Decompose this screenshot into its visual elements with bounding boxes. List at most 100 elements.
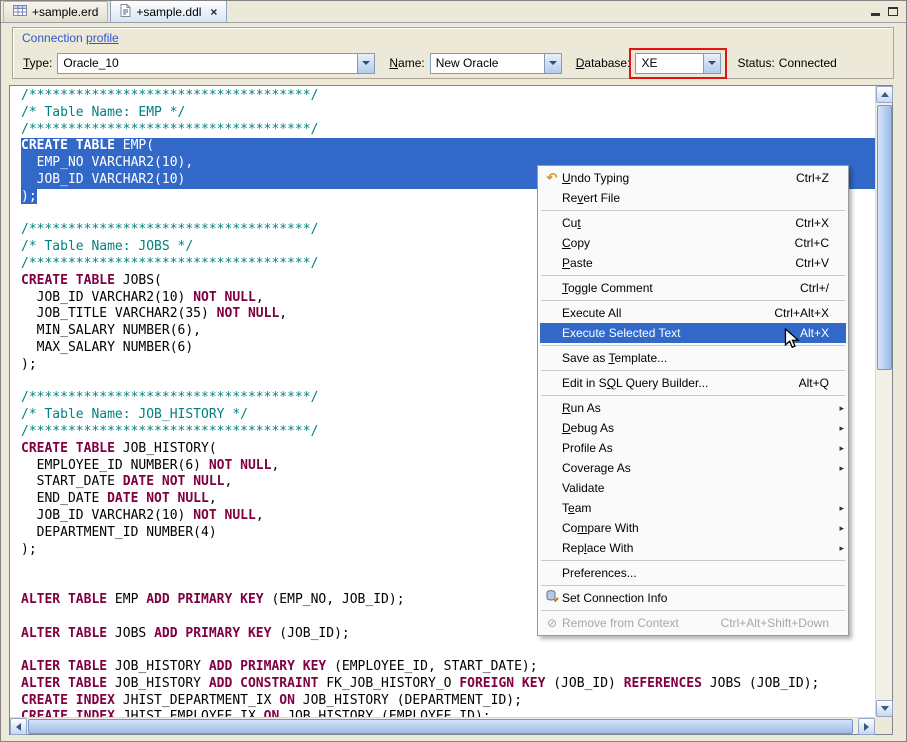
- type-combo[interactable]: Oracle_10: [57, 53, 375, 74]
- menu-item-label: Run As: [562, 401, 813, 415]
- menu-item-revert-file[interactable]: Revert File: [540, 188, 846, 208]
- menu-item-label: Team: [562, 501, 813, 515]
- code-line[interactable]: /************************************/: [21, 88, 875, 105]
- menu-item-paste[interactable]: Paste Ctrl+V: [540, 253, 846, 273]
- context-menu: ↶Undo TypingCtrl+ZRevert FileCutCtrl+XCo…: [537, 165, 849, 636]
- tab-label: +sample.erd: [32, 5, 98, 19]
- maximize-icon: [888, 7, 898, 16]
- code-line[interactable]: CREATE INDEX JHIST_DEPARTMENT_IX ON JOB_…: [21, 693, 875, 710]
- menu-item-label: Remove from Context: [562, 616, 705, 630]
- submenu-arrow-icon: ▸: [833, 463, 844, 474]
- status-value: Connected: [779, 56, 837, 70]
- minimize-button[interactable]: [871, 5, 880, 19]
- menu-item-label: Execute Selected Text: [562, 326, 784, 340]
- combo-arrow-icon: [549, 61, 557, 65]
- menu-item-label: Execute All: [562, 306, 758, 320]
- menu-item-compare-with[interactable]: Compare With▸: [540, 518, 846, 538]
- menu-separator: [541, 370, 845, 371]
- database-combo[interactable]: XE: [635, 53, 721, 74]
- combo-arrow-button[interactable]: [703, 54, 720, 73]
- scroll-right-button[interactable]: [858, 718, 875, 735]
- menu-item-shortcut: Ctrl+Alt+X: [774, 306, 833, 320]
- menu-item-label: Save as Template...: [562, 351, 813, 365]
- tab-sample-ddl[interactable]: +sample.ddl ×: [110, 0, 227, 22]
- database-combo-value: XE: [636, 54, 703, 73]
- combo-arrow-button[interactable]: [544, 54, 561, 73]
- menu-item-shortcut: Ctrl+C: [795, 236, 833, 250]
- menu-item-label: Undo Typing: [562, 171, 780, 185]
- menu-item-copy[interactable]: CopyCtrl+C: [540, 233, 846, 253]
- code-line[interactable]: /* Table Name: EMP */: [21, 105, 875, 122]
- minimize-icon: [871, 7, 880, 16]
- close-tab-icon[interactable]: ×: [210, 5, 217, 19]
- horizontal-scroll-thumb[interactable]: [28, 719, 853, 734]
- menu-item-label: Paste: [562, 256, 779, 270]
- menu-item-edit-in-sql-query-builder[interactable]: Edit in SQL Query Builder... Alt+Q: [540, 373, 846, 393]
- menu-separator: [541, 560, 845, 561]
- menu-item-team[interactable]: Team ▸: [540, 498, 846, 518]
- menu-item-validate[interactable]: Validate: [540, 478, 846, 498]
- menu-separator: [541, 610, 845, 611]
- menu-item-shortcut: Alt+Q: [799, 376, 833, 390]
- code-line[interactable]: CREATE TABLE EMP(: [21, 138, 875, 155]
- database-label: Database:: [576, 56, 631, 70]
- erd-table-icon: [13, 4, 27, 20]
- menu-item-label: Replace With: [562, 541, 813, 555]
- scrollbar-corner: [875, 717, 892, 734]
- menu-item-shortcut: Ctrl+Z: [796, 171, 833, 185]
- combo-arrow-button[interactable]: [357, 54, 374, 73]
- vertical-scrollbar[interactable]: [875, 86, 892, 717]
- menu-separator: [541, 210, 845, 211]
- scroll-left-button[interactable]: [10, 718, 27, 735]
- sql-editor: /************************************//*…: [9, 85, 893, 735]
- menu-separator: [541, 345, 845, 346]
- tab-sample-erd[interactable]: +sample.erd: [3, 1, 108, 22]
- submenu-arrow-icon: ▸: [833, 543, 844, 554]
- menu-item-profile-as[interactable]: Profile As▸: [540, 438, 846, 458]
- code-line[interactable]: /************************************/: [21, 122, 875, 139]
- menu-item-execute-selected-text[interactable]: Execute Selected TextAlt+X: [540, 323, 846, 343]
- scroll-up-button[interactable]: [876, 86, 893, 103]
- menu-separator: [541, 395, 845, 396]
- menu-item-label: Edit in SQL Query Builder...: [562, 376, 783, 390]
- code-line[interactable]: ALTER TABLE JOB_HISTORY ADD CONSTRAINT F…: [21, 676, 875, 693]
- connection-profile-row: Type:Oracle_10Name:New OracleDatabase:XE…: [23, 52, 885, 74]
- menu-item-label: Set Connection Info: [562, 591, 813, 605]
- code-line[interactable]: ALTER TABLE JOB_HISTORY ADD PRIMARY KEY …: [21, 659, 875, 676]
- menu-item-run-as[interactable]: Run As ▸: [540, 398, 846, 418]
- scroll-down-button[interactable]: [876, 700, 893, 717]
- submenu-arrow-icon: ▸: [833, 503, 844, 514]
- code-line[interactable]: [21, 642, 875, 659]
- code-line[interactable]: CREATE INDEX JHIST_EMPLOYEE_IX ON JOB_HI…: [21, 709, 875, 717]
- maximize-button[interactable]: [888, 5, 898, 19]
- vertical-scroll-thumb[interactable]: [877, 105, 892, 370]
- menu-item-toggle-comment[interactable]: Toggle CommentCtrl+/: [540, 278, 846, 298]
- name-label: Name:: [389, 56, 424, 70]
- submenu-arrow-icon: ▸: [833, 423, 844, 434]
- menu-item-cut[interactable]: CutCtrl+X: [540, 213, 846, 233]
- menu-separator: [541, 300, 845, 301]
- type-combo-value: Oracle_10: [58, 54, 357, 73]
- menu-item-label: Preferences...: [562, 566, 813, 580]
- horizontal-scrollbar[interactable]: [10, 717, 875, 734]
- menu-item-label: Cut: [562, 216, 779, 230]
- menu-item-set-connection-info[interactable]: Set Connection Info: [540, 588, 846, 608]
- menu-item-preferences[interactable]: Preferences...: [540, 563, 846, 583]
- menu-item-shortcut: Ctrl+V: [795, 256, 833, 270]
- submenu-arrow-icon: ▸: [833, 403, 844, 414]
- tab-bar: +sample.erd +sample.ddl ×: [1, 1, 906, 23]
- combo-arrow-icon: [708, 61, 716, 65]
- down-arrow-icon: [881, 706, 889, 711]
- menu-item-undo-typing[interactable]: ↶Undo Typing Ctrl+Z: [540, 168, 846, 188]
- menu-item-label: Toggle Comment: [562, 281, 784, 295]
- menu-item-coverage-as[interactable]: Coverage As▸: [540, 458, 846, 478]
- menu-item-execute-all[interactable]: Execute All Ctrl+Alt+X: [540, 303, 846, 323]
- name-combo[interactable]: New Oracle: [430, 53, 562, 74]
- undo-icon: ↶: [542, 171, 562, 185]
- submenu-arrow-icon: ▸: [833, 523, 844, 534]
- menu-item-replace-with[interactable]: Replace With ▸: [540, 538, 846, 558]
- connection-info-icon: [542, 590, 562, 606]
- menu-item-debug-as[interactable]: Debug As▸: [540, 418, 846, 438]
- menu-item-save-as-template[interactable]: Save as Template...: [540, 348, 846, 368]
- up-arrow-icon: [881, 92, 889, 97]
